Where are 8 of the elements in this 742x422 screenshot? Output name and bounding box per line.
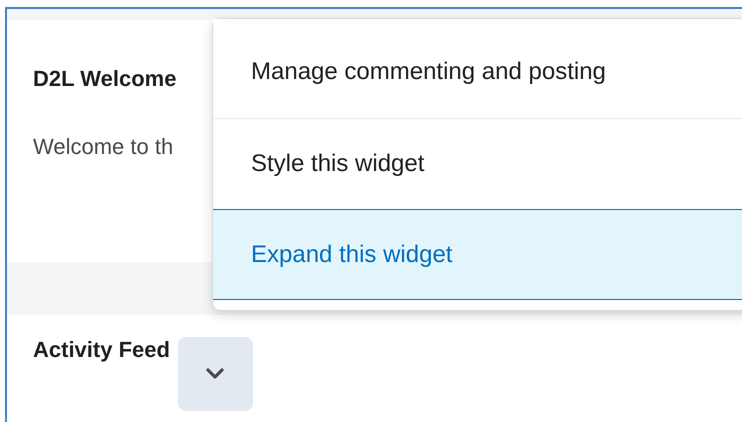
chevron-down-icon xyxy=(205,368,226,380)
widget-text: Welcome to th xyxy=(33,134,174,160)
menu-item[interactable]: Expand this widget xyxy=(213,209,742,300)
widget-title: D2L Welcome xyxy=(33,66,176,92)
menu-button[interactable] xyxy=(178,337,253,411)
menu-item[interactable]: Style this widget xyxy=(213,118,742,209)
menu-item[interactable]: Manage commenting and posting xyxy=(213,19,742,118)
widget-title: Activity Feed xyxy=(33,337,170,363)
